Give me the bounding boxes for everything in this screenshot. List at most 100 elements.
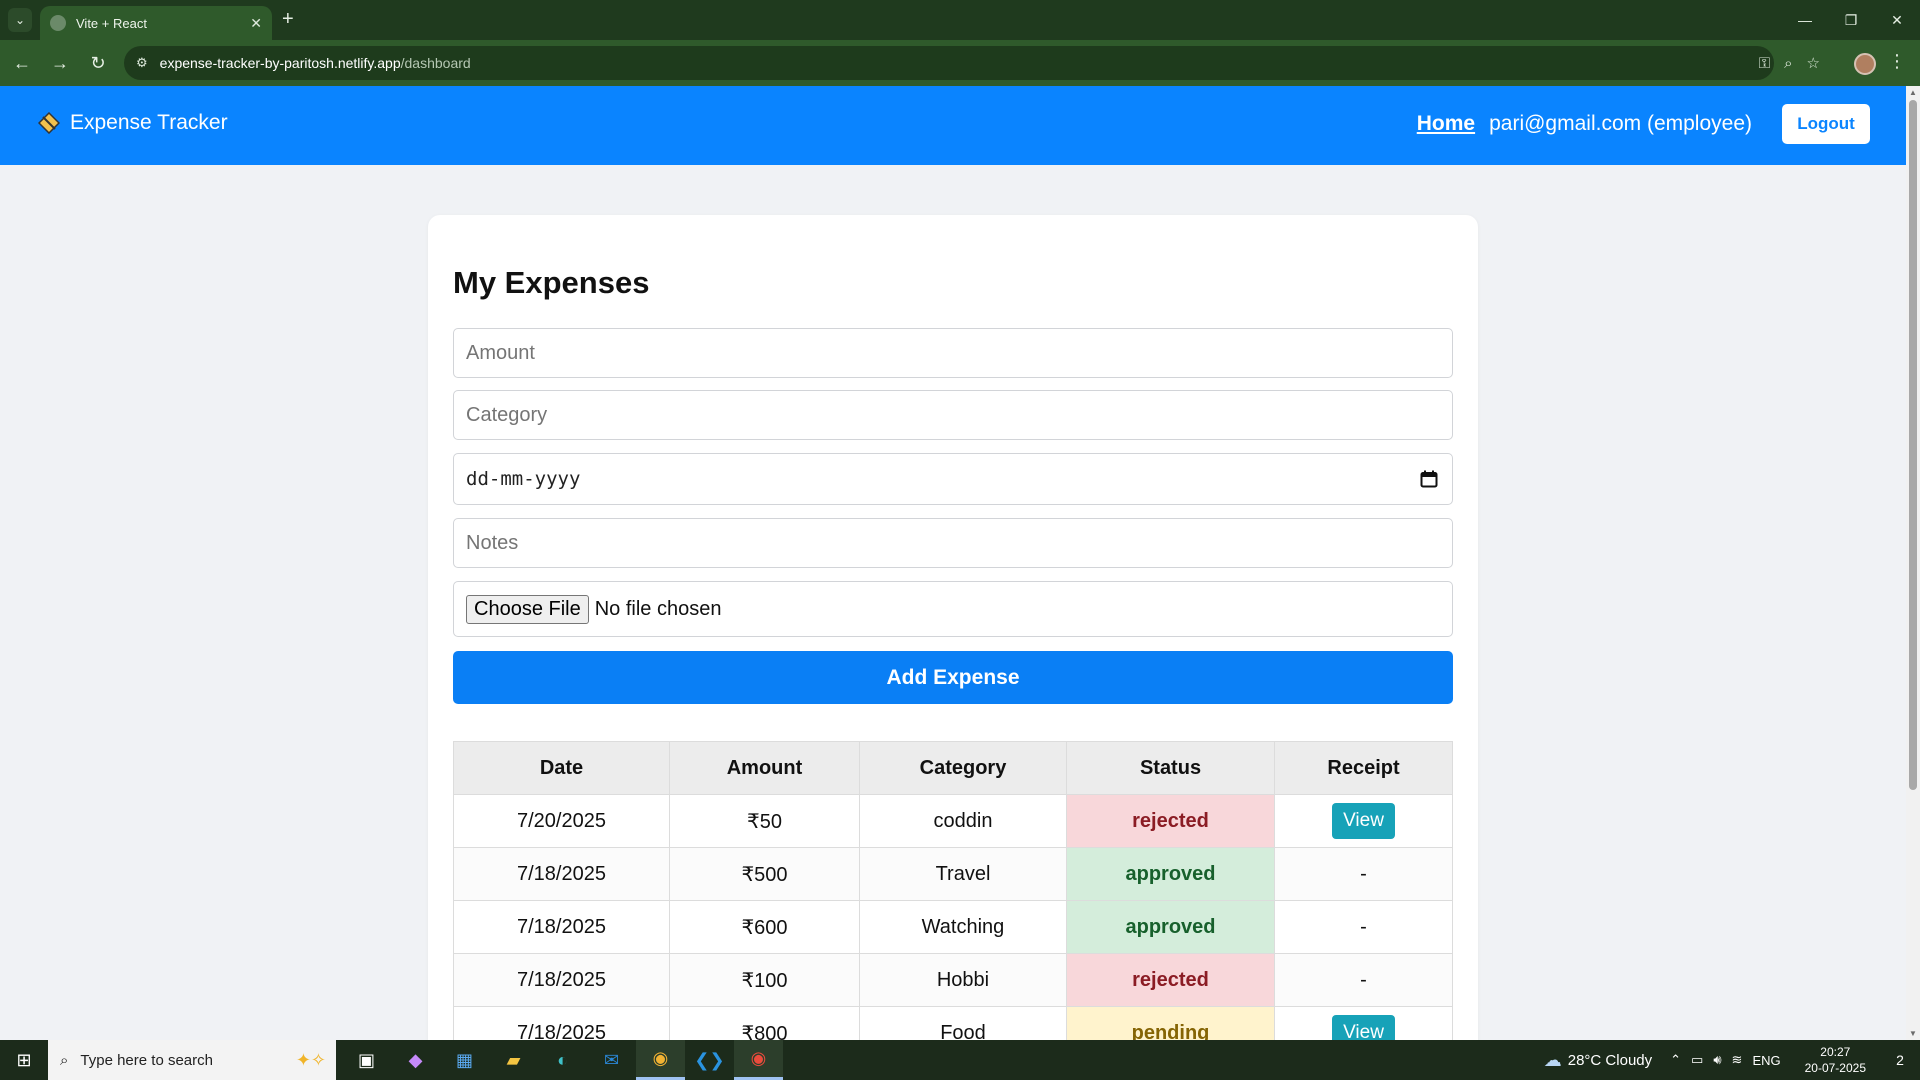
category-input[interactable]: Category [453,390,1453,440]
cell-category: Watching [859,900,1067,954]
cell-status: approved [1066,847,1275,901]
close-window-button[interactable]: ✕ [1874,0,1920,40]
notes-input[interactable]: Notes [453,518,1453,568]
choose-file-button[interactable]: Choose File [466,594,589,624]
search-highlight-icon: ✦✧ [295,1049,326,1070]
brand[interactable]: Expense Tracker [38,111,228,135]
notification-center-icon[interactable]: 2 [1880,1040,1920,1080]
add-expense-button[interactable]: Add Expense [453,651,1453,704]
cell-status: rejected [1066,953,1275,1007]
password-key-icon[interactable]: ⚿ [1759,55,1770,72]
cloud-icon: ☁ [1543,1049,1562,1070]
tray-chevron-icon[interactable]: ⌃ [1670,1052,1681,1068]
tab-list-button[interactable]: ⌄ [8,8,32,32]
cell-category: Hobbi [859,953,1067,1007]
cell-date: 7/18/2025 [453,847,670,901]
weather-widget[interactable]: ☁ 28°C Cloudy [1544,1050,1652,1071]
cell-date: 7/20/2025 [453,794,670,848]
outlook-icon[interactable]: ✉ [587,1040,636,1080]
forward-icon[interactable]: → [44,47,76,79]
page-title: My Expenses [453,265,650,300]
back-icon[interactable]: ← [6,47,38,79]
task-view-icon[interactable]: ▣ [342,1040,391,1080]
bookmark-star-icon[interactable]: ☆ [1807,54,1820,72]
taskbar-search-placeholder: Type here to search [80,1051,213,1069]
date-input[interactable]: dd-mm-yyyy [453,453,1453,505]
page-scrollbar[interactable]: ▲ ▼ [1906,86,1920,1040]
cell-amount: ₹50 [669,794,860,848]
windows-start-icon[interactable]: ⊞ [0,1040,48,1080]
cell-amount: ₹100 [669,953,860,1007]
column-header-receipt: Receipt [1274,741,1453,795]
system-tray: ☁ 28°C Cloudy ⌃ ▭ 🔊︎ ≋ ENG 20:27 20-07-2… [1544,1040,1920,1080]
column-header-amount: Amount [669,741,860,795]
table-row: 7/18/2025 ₹100 Hobbi rejected - [453,953,1453,1007]
copilot-icon[interactable]: ◆ [391,1040,440,1080]
browser-tabbar: ⌄ Vite + React ✕ + — ❐ ✕ [0,0,1920,40]
browser-menu-icon[interactable]: ⋮ [1888,51,1906,72]
address-bar-actions: ⚿ ⌕ ☆ [1759,46,1820,80]
cell-receipt: - [1274,900,1453,954]
column-header-status: Status [1066,741,1275,795]
table-row: 7/18/2025 ₹500 Travel approved - [453,847,1453,901]
tab-close-icon[interactable]: ✕ [250,15,262,32]
language-indicator[interactable]: ENG [1752,1053,1780,1068]
app-header: Expense Tracker Home pari@gmail.com (emp… [0,86,1906,165]
volume-icon[interactable]: 🔊︎ [1713,1052,1721,1068]
logout-button[interactable]: Logout [1782,104,1870,144]
window-controls: — ❐ ✕ [1782,0,1920,40]
table-row: 7/20/2025 ₹50 coddin rejected View [453,794,1453,848]
wifi-icon[interactable]: ≋ [1732,1052,1743,1068]
browser-toolbar: ← → ↻ ⚙ expense-tracker-by-paritosh.netl… [0,40,1920,86]
logo-icon [38,112,60,134]
date-placeholder: dd-mm-yyyy [466,468,581,490]
minimize-button[interactable]: — [1782,0,1828,40]
vscode-icon[interactable]: ❮❯ [685,1040,734,1080]
clock[interactable]: 20:27 20-07-2025 [1805,1044,1866,1076]
cell-category: coddin [859,794,1067,848]
site-info-icon[interactable]: ⚙ [136,55,148,71]
expenses-table: Date Amount Category Status Receipt 7/20… [453,741,1453,1060]
reload-icon[interactable]: ↻ [82,47,114,79]
zoom-icon[interactable]: ⌕ [1784,55,1792,72]
taskbar-search[interactable]: ⌕ Type here to search ✦✧ [48,1040,336,1080]
user-email: pari@gmail.com (employee) [1489,112,1752,135]
table-header-row: Date Amount Category Status Receipt [453,741,1453,795]
tab-favicon-icon [50,15,66,31]
amount-input[interactable]: Amount [453,328,1453,378]
url-path: /dashboard [400,55,471,71]
scrollbar-thumb[interactable] [1909,100,1917,790]
profile-avatar[interactable] [1854,53,1876,75]
notification-count: 2 [1896,1052,1904,1068]
new-tab-button[interactable]: + [282,8,294,31]
cell-category: Travel [859,847,1067,901]
battery-icon[interactable]: ▭ [1691,1052,1703,1068]
cell-receipt: View [1274,794,1453,848]
receipt-file-input[interactable]: Choose File No file chosen [453,581,1453,637]
search-icon: ⌕ [60,1051,69,1069]
scroll-down-icon[interactable]: ▼ [1909,1029,1917,1038]
column-header-category: Category [859,741,1067,795]
taskbar-apps: ▣ ◆ ▦ ▰ ◐ ✉ ◉ ❮❯ ◉ [342,1040,783,1080]
file-explorer-icon[interactable]: ▰ [489,1040,538,1080]
home-link[interactable]: Home [1417,112,1475,136]
address-bar[interactable]: ⚙ expense-tracker-by-paritosh.netlify.ap… [124,46,1774,80]
clock-time: 20:27 [1820,1045,1851,1059]
column-header-date: Date [453,741,670,795]
browser-tab[interactable]: Vite + React ✕ [40,6,272,40]
taskbar: ⊞ ⌕ Type here to search ✦✧ ▣ ◆ ▦ ▰ ◐ ✉ ◉… [0,1040,1920,1080]
brand-title: Expense Tracker [70,111,228,134]
store-icon[interactable]: ▦ [440,1040,489,1080]
clock-date: 20-07-2025 [1804,1061,1866,1075]
chrome-profile-icon[interactable]: ◉ [734,1040,783,1080]
scroll-up-icon[interactable]: ▲ [1909,88,1917,97]
tab-title: Vite + React [76,15,147,31]
calendar-icon[interactable] [1420,470,1438,488]
restore-button[interactable]: ❐ [1828,0,1874,40]
view-receipt-button[interactable]: View [1332,803,1395,839]
edge-icon[interactable]: ◐ [538,1040,587,1080]
header-nav: Home pari@gmail.com (employee) Logout [1417,104,1870,144]
chrome-icon[interactable]: ◉ [636,1040,685,1080]
url-host: expense-tracker-by-paritosh.netlify.app [159,55,401,71]
weather-text: 28°C Cloudy [1567,1051,1653,1069]
